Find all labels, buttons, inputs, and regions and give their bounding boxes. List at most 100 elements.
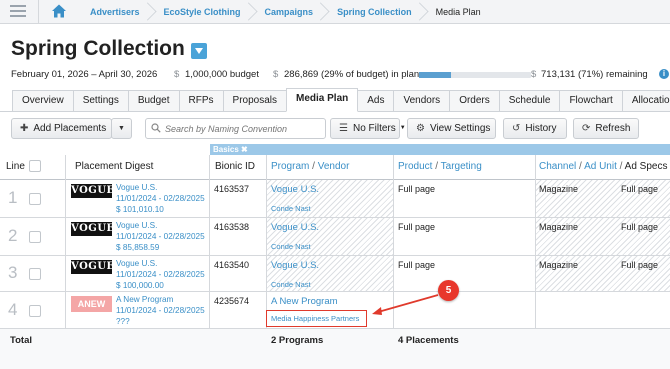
search-icon (151, 123, 161, 133)
info-icon[interactable]: i (659, 69, 669, 79)
program-link[interactable]: Vogue U.S. (271, 260, 319, 271)
tab-proposals[interactable]: Proposals (222, 90, 287, 111)
bionic-id: 4163538 (214, 222, 250, 232)
tab-rfps[interactable]: RFPs (178, 90, 224, 111)
tab-schedule[interactable]: Schedule (498, 90, 561, 111)
vogue-logo: VOGUE (71, 184, 115, 198)
program-link[interactable]: A New Program (271, 296, 338, 307)
header-product[interactable]: Product (398, 161, 432, 172)
chevron-down-icon[interactable] (190, 43, 207, 59)
line-number: 4 (8, 299, 18, 319)
tab-vendors[interactable]: Vendors (393, 90, 451, 111)
select-all-checkbox[interactable] (29, 160, 41, 172)
row-checkbox[interactable] (29, 193, 41, 205)
view-settings-button[interactable]: ⚙ View Settings (407, 118, 496, 139)
header-bionic-id: Bionic ID (215, 161, 256, 172)
vogue-logo: VOGUE (71, 222, 115, 236)
breadcrumb-campaigns[interactable]: Campaigns (253, 0, 326, 24)
tab-settings[interactable]: Settings (72, 90, 129, 111)
divider (38, 0, 39, 24)
breadcrumb: Advertisers EcoStyle Clothing Campaigns … (78, 0, 493, 24)
product-cell: Full page (398, 222, 436, 232)
add-placements-dropdown[interactable]: ▼ (111, 118, 132, 139)
channel-cell: Magazine (539, 260, 579, 270)
tab-flowchart[interactable]: Flowchart (559, 90, 623, 111)
tab-media-plan[interactable]: Media Plan (286, 88, 359, 112)
header-vendor[interactable]: Vendor (318, 161, 350, 172)
total-label: Total (10, 335, 32, 346)
digest-cost: $ 85,858.59 (116, 243, 160, 252)
in-plan-value: 286,869 (29% of budget) in plan (284, 69, 420, 80)
refresh-label: Refresh (595, 123, 631, 134)
table-row[interactable]: 3 VOGUE Vogue U.S. 11/01/2024 - 02/28/2025 $… (0, 256, 670, 292)
gear-icon: ⚙ (416, 123, 425, 134)
header-targeting[interactable]: Targeting (441, 161, 482, 172)
digest-name[interactable]: Vogue U.S. (116, 182, 205, 193)
ad-unit-cell: Full page (621, 222, 659, 232)
breadcrumb-advertiser[interactable]: EcoStyle Clothing (152, 0, 253, 24)
program-link[interactable]: Vogue U.S. (271, 184, 319, 195)
table-row[interactable]: 2 VOGUE Vogue U.S. 11/01/2024 - 02/28/2025 $… (0, 218, 670, 256)
row-checkbox[interactable] (29, 304, 41, 317)
vendor-link[interactable]: Conde Nast (271, 204, 311, 213)
header-program-vendor: Program / Vendor (271, 161, 349, 172)
page-title: Spring Collection (11, 37, 207, 61)
tab-allocation[interactable]: Allocation (621, 90, 670, 111)
digest-cost: $ 101,010.10 (116, 205, 164, 214)
channel-cell: Magazine (539, 222, 579, 232)
basics-group-tag[interactable]: Basics ✖ (213, 144, 248, 155)
placement-digest[interactable]: A New Program 11/01/2024 - 02/28/2025??? (116, 294, 205, 327)
tab-orders[interactable]: Orders (449, 90, 500, 111)
filter-icon: ☰ (339, 123, 348, 134)
ad-unit-cell: Full page (621, 184, 659, 194)
budget-currency: $ (174, 69, 180, 80)
breadcrumb-campaign[interactable]: Spring Collection (325, 0, 424, 24)
table-header: Line Placement Digest Bionic ID Program … (0, 155, 670, 180)
digest-name[interactable]: A New Program (116, 294, 205, 305)
program-link[interactable]: Vogue U.S. (271, 222, 319, 233)
product-cell: Full page (398, 184, 436, 194)
history-button[interactable]: ↺ History (503, 118, 567, 139)
remaining-currency: $ (531, 69, 537, 80)
placement-digest[interactable]: Vogue U.S. 11/01/2024 - 02/28/2025 $ 85,85… (116, 220, 205, 253)
header-channel-adunit-specs: Channel / Ad Unit / Ad Specs (539, 161, 667, 172)
remaining-value: 713,131 (71%) remaining (541, 69, 648, 80)
history-label: History (525, 123, 557, 134)
annotation-arrow (372, 294, 439, 315)
bionic-id: 4235674 (214, 296, 250, 306)
header-program[interactable]: Program (271, 161, 309, 172)
bionic-id: 4163537 (214, 184, 250, 194)
digest-name[interactable]: Vogue U.S. (116, 220, 205, 231)
breadcrumb-advertisers[interactable]: Advertisers (78, 0, 152, 24)
row-checkbox[interactable] (29, 268, 41, 280)
tab-ads[interactable]: Ads (357, 90, 395, 111)
tab-overview[interactable]: Overview (12, 90, 74, 111)
header-placement-digest: Placement Digest (75, 161, 154, 172)
table-row[interactable]: 1 VOGUE Vogue U.S. 11/01/2024 - 02/28/2025 $… (0, 180, 670, 218)
row-checkbox[interactable] (29, 231, 41, 243)
menu-icon[interactable] (10, 5, 26, 17)
total-programs: 2 Programs (271, 335, 324, 346)
refresh-icon: ⟳ (582, 123, 591, 134)
placement-digest[interactable]: Vogue U.S. 11/01/2024 - 02/28/2025 $ 100,0… (116, 258, 205, 291)
search-box (145, 118, 326, 139)
add-placements-label: Add Placements (33, 123, 107, 134)
in-plan-currency: $ (273, 69, 279, 80)
home-icon[interactable] (51, 3, 67, 19)
product-cell: Full page (398, 260, 436, 270)
vendor-link[interactable]: Conde Nast (271, 242, 311, 251)
header-separator: / (312, 161, 315, 172)
tab-budget[interactable]: Budget (127, 90, 180, 111)
header-ad-unit[interactable]: Ad Unit (584, 161, 617, 172)
media-plan-table: Basics ✖ Line Placement Digest Bionic ID… (0, 144, 670, 369)
digest-name[interactable]: Vogue U.S. (116, 258, 205, 269)
search-input[interactable] (165, 122, 323, 136)
refresh-button[interactable]: ⟳ Refresh (573, 118, 639, 139)
placement-digest[interactable]: Vogue U.S. 11/01/2024 - 02/28/2025 $ 101,0… (116, 182, 205, 215)
header-channel[interactable]: Channel (539, 161, 576, 172)
campaign-summary: February 01, 2026 – April 30, 2026 $ 1,0… (11, 69, 670, 81)
filters-button[interactable]: ☰ No Filters ▼ (330, 118, 406, 139)
add-placements-button[interactable]: ✚ Add Placements (11, 118, 112, 139)
in-plan-progress-bar (419, 72, 531, 78)
vendor-link[interactable]: Conde Nast (271, 280, 311, 289)
